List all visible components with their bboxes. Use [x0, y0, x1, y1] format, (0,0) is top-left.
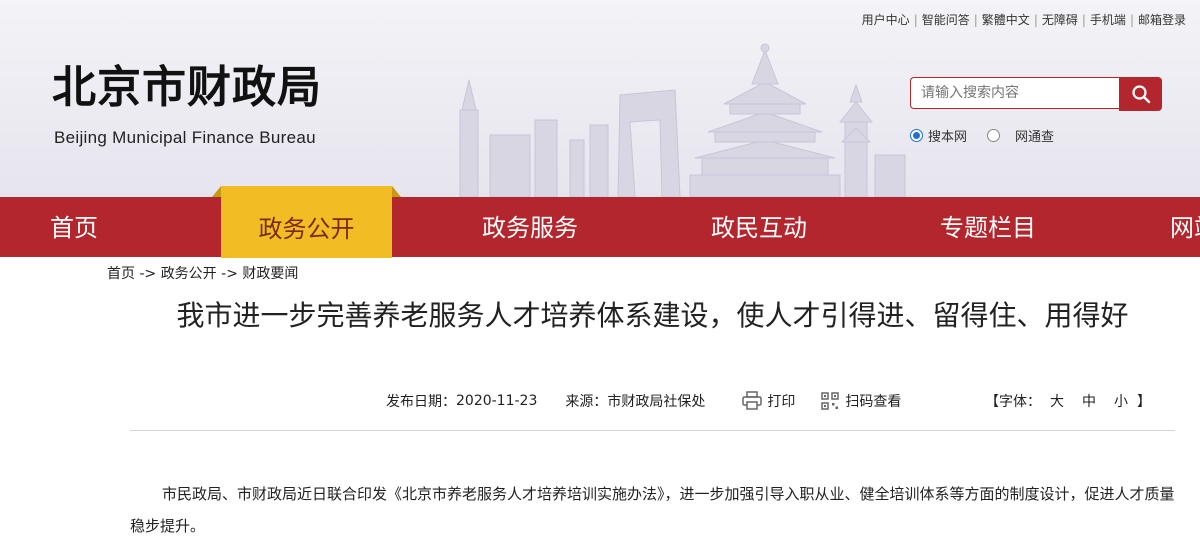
scope-network-radio[interactable] — [987, 129, 1001, 142]
site-header: 用户中心 | 智能问答 | 繁體中文 | 无障碍 | 手机端 | 邮箱登录 北京市财政局 Beiji… — [0, 0, 1200, 197]
search-scope: 搜本网 网通查 — [910, 126, 1054, 145]
search-input[interactable] — [910, 77, 1119, 109]
top-link-mail-login[interactable]: 邮箱登录 — [1138, 13, 1186, 27]
article-title: 我市进一步完善养老服务人才培养体系建设，使人才引得进、留得住、用得好 — [176, 299, 1129, 332]
breadcrumb: 首页 -> 政务公开 -> 财政要闻 — [107, 263, 298, 283]
nav-item-home[interactable]: 首页 — [50, 197, 98, 257]
top-link-mobile[interactable]: 手机端 — [1090, 13, 1126, 27]
skyline-illustration — [459, 43, 906, 197]
qr-view-button[interactable]: 扫码查看 — [821, 391, 901, 411]
printer-icon — [742, 391, 763, 410]
search-icon — [1131, 85, 1150, 104]
breadcrumb-gov-affairs[interactable]: 政务公开 — [161, 266, 217, 282]
top-links: 用户中心 | 智能问答 | 繁體中文 | 无障碍 | 手机端 | 邮箱登录 — [861, 13, 1186, 27]
font-size-control: 【字体： 大 中 小】 — [985, 391, 1151, 411]
scope-network-label[interactable]: 网通查 — [1015, 126, 1054, 145]
source-label: 来源： — [565, 394, 608, 410]
content-divider — [130, 430, 1175, 431]
font-size-small[interactable]: 小 — [1114, 394, 1128, 410]
publish-date: 2020-11-23 — [456, 393, 538, 409]
search-button[interactable] — [1119, 77, 1162, 111]
article-body: 市民政局、市财政局近日联合印发《北京市养老服务人才培养培训实施办法》，进一步加强… — [130, 485, 1175, 535]
font-label: 【字体： — [985, 394, 1041, 410]
nav-item-site[interactable]: 网站 — [1170, 197, 1200, 257]
search-box — [910, 77, 1162, 111]
qr-view-label: 扫码查看 — [845, 394, 902, 410]
print-label: 打印 — [767, 394, 796, 410]
top-link-smart-qa[interactable]: 智能问答 — [922, 13, 970, 27]
font-size-large[interactable]: 大 — [1050, 394, 1064, 410]
top-link-traditional-chinese[interactable]: 繁體中文 — [982, 13, 1030, 27]
nav-item-gov-affairs-open[interactable]: 政务公开 — [212, 186, 401, 258]
site-logo-en: Beijing Municipal Finance Bureau — [54, 128, 316, 147]
breadcrumb-finance-news[interactable]: 财政要闻 — [242, 266, 298, 282]
font-size-medium[interactable]: 中 — [1082, 394, 1096, 410]
date-label: 发布日期： — [386, 394, 456, 410]
breadcrumb-home[interactable]: 首页 — [107, 266, 135, 282]
font-label-end: 】 — [1137, 394, 1151, 410]
qr-code-icon — [821, 392, 840, 410]
top-link-accessibility[interactable]: 无障碍 — [1042, 13, 1078, 27]
article-meta: 发布日期： 2020-11-23 来源： 市财政局社保处 打印 扫码查看 — [386, 391, 901, 411]
nav-item-gov-services[interactable]: 政务服务 — [482, 197, 578, 257]
scope-site-radio[interactable] — [910, 129, 923, 142]
site-logo-cn[interactable]: 北京市财政局 — [52, 66, 322, 110]
nav-item-interaction[interactable]: 政民互动 — [711, 197, 807, 257]
breadcrumb-sep: -> — [216, 266, 243, 282]
breadcrumb-sep: -> — [135, 266, 161, 282]
main-nav: 首页 政务服务 政民互动 专题栏目 网站 — [0, 197, 1200, 257]
top-link-user-center[interactable]: 用户中心 — [862, 13, 910, 27]
source-value: 市财政局社保处 — [607, 394, 706, 410]
print-button[interactable]: 打印 — [741, 391, 795, 411]
nav-item-special-topics[interactable]: 专题栏目 — [940, 197, 1036, 257]
scope-site-label[interactable]: 搜本网 — [928, 126, 967, 145]
